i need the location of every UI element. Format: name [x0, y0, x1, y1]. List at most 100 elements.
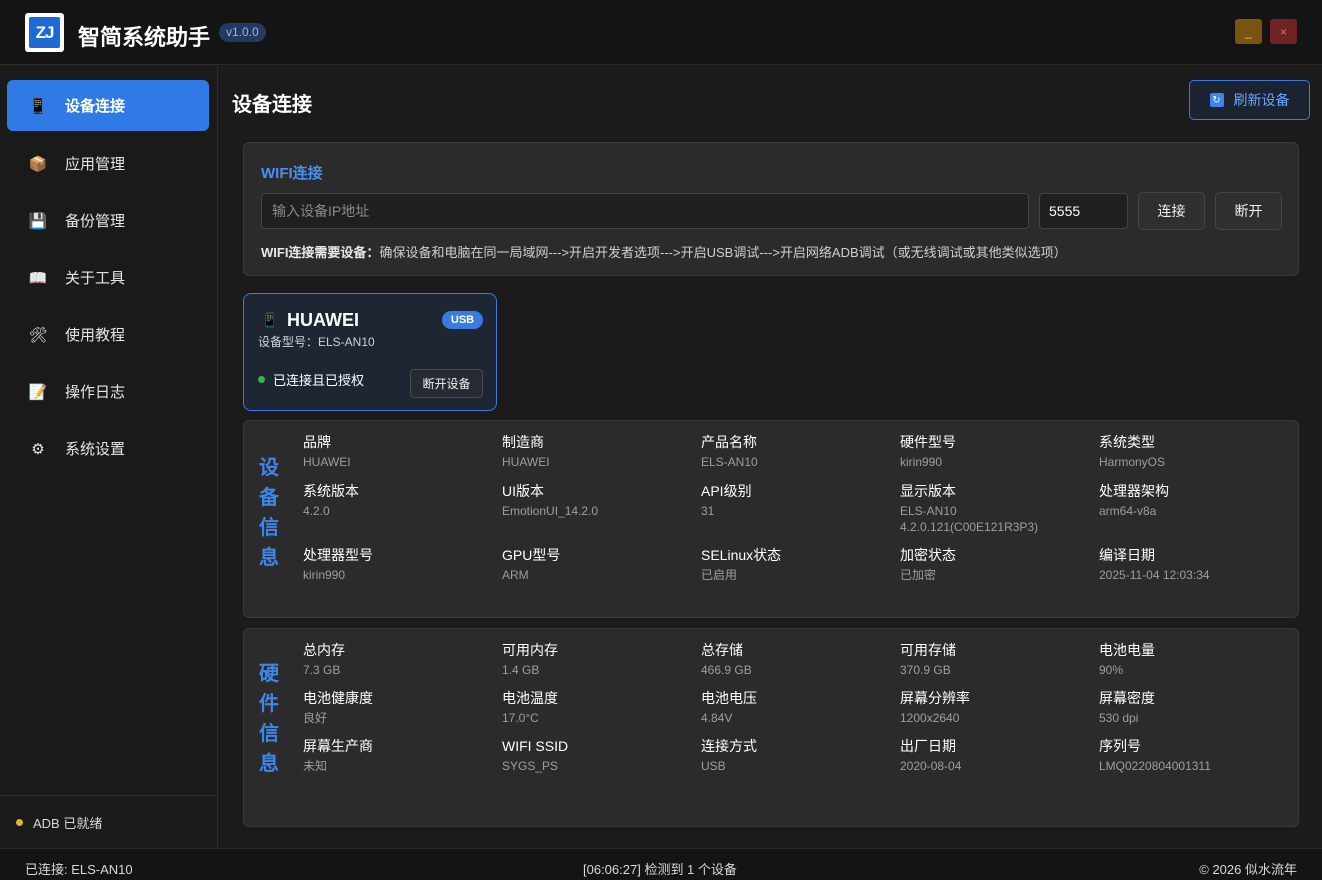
info-field-label: 可用存储: [900, 642, 956, 658]
close-button[interactable]: ×: [1270, 19, 1297, 44]
sidebar-item-device-connect[interactable]: 📱 设备连接: [7, 80, 209, 131]
info-field: 品牌 HUAWEI: [303, 433, 493, 470]
sidebar-item-backup-manage[interactable]: 💾 备份管理: [7, 195, 209, 246]
info-field-value: 17.0°C: [502, 711, 539, 725]
floppy-disk-icon: 💾: [28, 212, 48, 230]
info-field-value: 466.9 GB: [701, 663, 752, 677]
info-field: 系统类型 HarmonyOS: [1099, 433, 1289, 470]
info-field: API级别 31: [701, 482, 891, 519]
minimize-button[interactable]: _: [1235, 19, 1262, 44]
adb-status: ADB 已就绪: [0, 795, 218, 848]
app-title: 智简系统助手: [78, 25, 211, 50]
device-info-panel: 设 备 信 息 品牌 HUAWEI 制造商 HUAWEI 产品名称 ELS-AN10 硬件型…: [243, 420, 1299, 618]
info-field-value: 4.2.0: [303, 504, 330, 518]
info-field-label: 编译日期: [1099, 547, 1155, 563]
info-field-value: 31: [701, 504, 715, 518]
info-field-value: 1200x2640: [900, 711, 960, 725]
info-field: WIFI SSID SYGS_PS: [502, 737, 692, 774]
wifi-connect-button[interactable]: 连接: [1138, 192, 1205, 230]
info-field-value: 530 dpi: [1099, 711, 1139, 725]
sidebar-item-about[interactable]: 📖 关于工具: [7, 252, 209, 303]
info-field-label: 连接方式: [701, 738, 757, 754]
info-field: 处理器架构 arm64-v8a: [1099, 482, 1289, 519]
info-field-value: kirin990: [900, 455, 943, 469]
info-field-label: 电池电量: [1099, 642, 1155, 658]
device-info-title-char: 息: [259, 547, 279, 569]
info-field-label: 电池电压: [701, 690, 757, 706]
info-field: 电池电压 4.84V: [701, 689, 891, 726]
info-field-label: UI版本: [502, 483, 544, 499]
close-icon: ×: [1279, 24, 1287, 39]
sidebar-item-tutorial[interactable]: 🛠 使用教程: [7, 309, 209, 360]
info-field-label: 系统类型: [1099, 434, 1155, 450]
status-copyright: © 2026 似水流年: [1199, 862, 1297, 877]
info-field: 系统版本 4.2.0: [303, 482, 493, 519]
info-field: 电池温度 17.0°C: [502, 689, 692, 726]
sidebar-item-label: 备份管理: [65, 213, 126, 230]
info-field-label: 品牌: [303, 434, 331, 450]
info-field: 编译日期 2025-11-04 12:03:34: [1099, 546, 1289, 583]
status-bar: 已连接: ELS-AN10 [06:06:27] 检测到 1 个设备 © 202…: [0, 848, 1322, 880]
minimize-icon: _: [1245, 24, 1252, 39]
hardware-info-title-char: 息: [259, 753, 279, 775]
device-card[interactable]: 📱 HUAWEI USB 设备型号：ELS-AN10 已连接且已授权 断开设备: [243, 293, 497, 411]
info-field-value: 已加密: [900, 568, 937, 582]
sidebar-item-app-manage[interactable]: 📦 应用管理: [7, 138, 209, 189]
info-field: 硬件型号 kirin990: [900, 433, 1090, 470]
disconnect-device-button[interactable]: 断开设备: [410, 369, 483, 398]
wifi-hint-text: 确保设备和电脑在同一局域网--->开启开发者选项--->开启USB调试--->开…: [379, 245, 1067, 260]
wifi-disconnect-button[interactable]: 断开: [1215, 192, 1282, 230]
device-model: 设备型号：ELS-AN10: [258, 335, 375, 349]
device-info-title-char: 设: [259, 457, 279, 479]
refresh-icon: ↻: [1209, 93, 1224, 107]
info-field-label: WIFI SSID: [502, 738, 569, 754]
info-field: 连接方式 USB: [701, 737, 891, 774]
info-field-label: 处理器型号: [303, 547, 373, 563]
port-input[interactable]: [1039, 193, 1128, 229]
info-field-value: HUAWEI: [303, 455, 351, 469]
info-field: 处理器型号 kirin990: [303, 546, 493, 583]
sidebar-item-log[interactable]: 📝 操作日志: [7, 366, 209, 417]
info-field-value: HarmonyOS: [1099, 455, 1166, 469]
sidebar: 📱 设备连接 📦 应用管理 💾 备份管理 📖 关于工具 🛠 使用教程 📝 操作日…: [0, 66, 218, 848]
info-field-label: 屏幕密度: [1099, 690, 1155, 706]
sidebar-item-settings[interactable]: ⚙ 系统设置: [7, 423, 209, 474]
hardware-info-title-char: 件: [259, 693, 279, 715]
info-field-value: EmotionUI_14.2.0: [502, 504, 599, 518]
info-field-label: 加密状态: [900, 547, 956, 563]
info-field: 屏幕分辨率 1200x2640: [900, 689, 1090, 726]
info-field-label: 出厂日期: [900, 738, 956, 754]
wifi-connect-panel: WIFI连接 连接 断开 WIFI连接需要设备：确保设备和电脑在同一局域网---…: [243, 142, 1299, 276]
wifi-section-title: WIFI连接: [261, 165, 323, 182]
info-field-value: arm64-v8a: [1099, 504, 1157, 518]
info-field-value: USB: [701, 759, 726, 773]
info-field: 电池电量 90%: [1099, 641, 1289, 678]
refresh-devices-button[interactable]: ↻ 刷新设备: [1189, 80, 1310, 120]
info-field-label: 硬件型号: [900, 434, 956, 450]
info-field: 总内存 7.3 GB: [303, 641, 493, 678]
device-status: 已连接且已授权: [258, 370, 364, 389]
info-field-value: 370.9 GB: [900, 663, 951, 677]
info-field-label: 显示版本: [900, 483, 956, 499]
info-field-label: API级别: [701, 483, 752, 499]
info-field: GPU型号 ARM: [502, 546, 692, 583]
status-connected: 已连接: ELS-AN10: [25, 862, 133, 877]
info-field-value: 2020-08-04: [900, 759, 962, 773]
info-field: 产品名称 ELS-AN10: [701, 433, 891, 470]
info-field: 屏幕生产商 未知: [303, 737, 493, 774]
phone-icon: 📱: [28, 97, 48, 115]
sidebar-item-label: 使用教程: [65, 327, 126, 344]
info-field-label: 总存储: [701, 642, 743, 658]
page-title: 设备连接: [232, 94, 312, 116]
info-field-value: 已启用: [701, 568, 738, 582]
info-field-label: 制造商: [502, 434, 544, 450]
status-dot-icon: [258, 376, 265, 383]
ip-address-input[interactable]: [261, 193, 1029, 229]
status-log: [06:06:27] 检测到 1 个设备: [583, 862, 737, 877]
wifi-hint-title: WIFI连接需要设备：: [261, 245, 380, 260]
info-field-value: LMQ0220804001311: [1099, 759, 1211, 773]
connection-type-badge: USB: [442, 311, 483, 329]
device-info-title-char: 信: [259, 517, 279, 539]
info-field: 电池健康度 良好: [303, 689, 493, 726]
info-field-label: 电池健康度: [303, 690, 373, 706]
